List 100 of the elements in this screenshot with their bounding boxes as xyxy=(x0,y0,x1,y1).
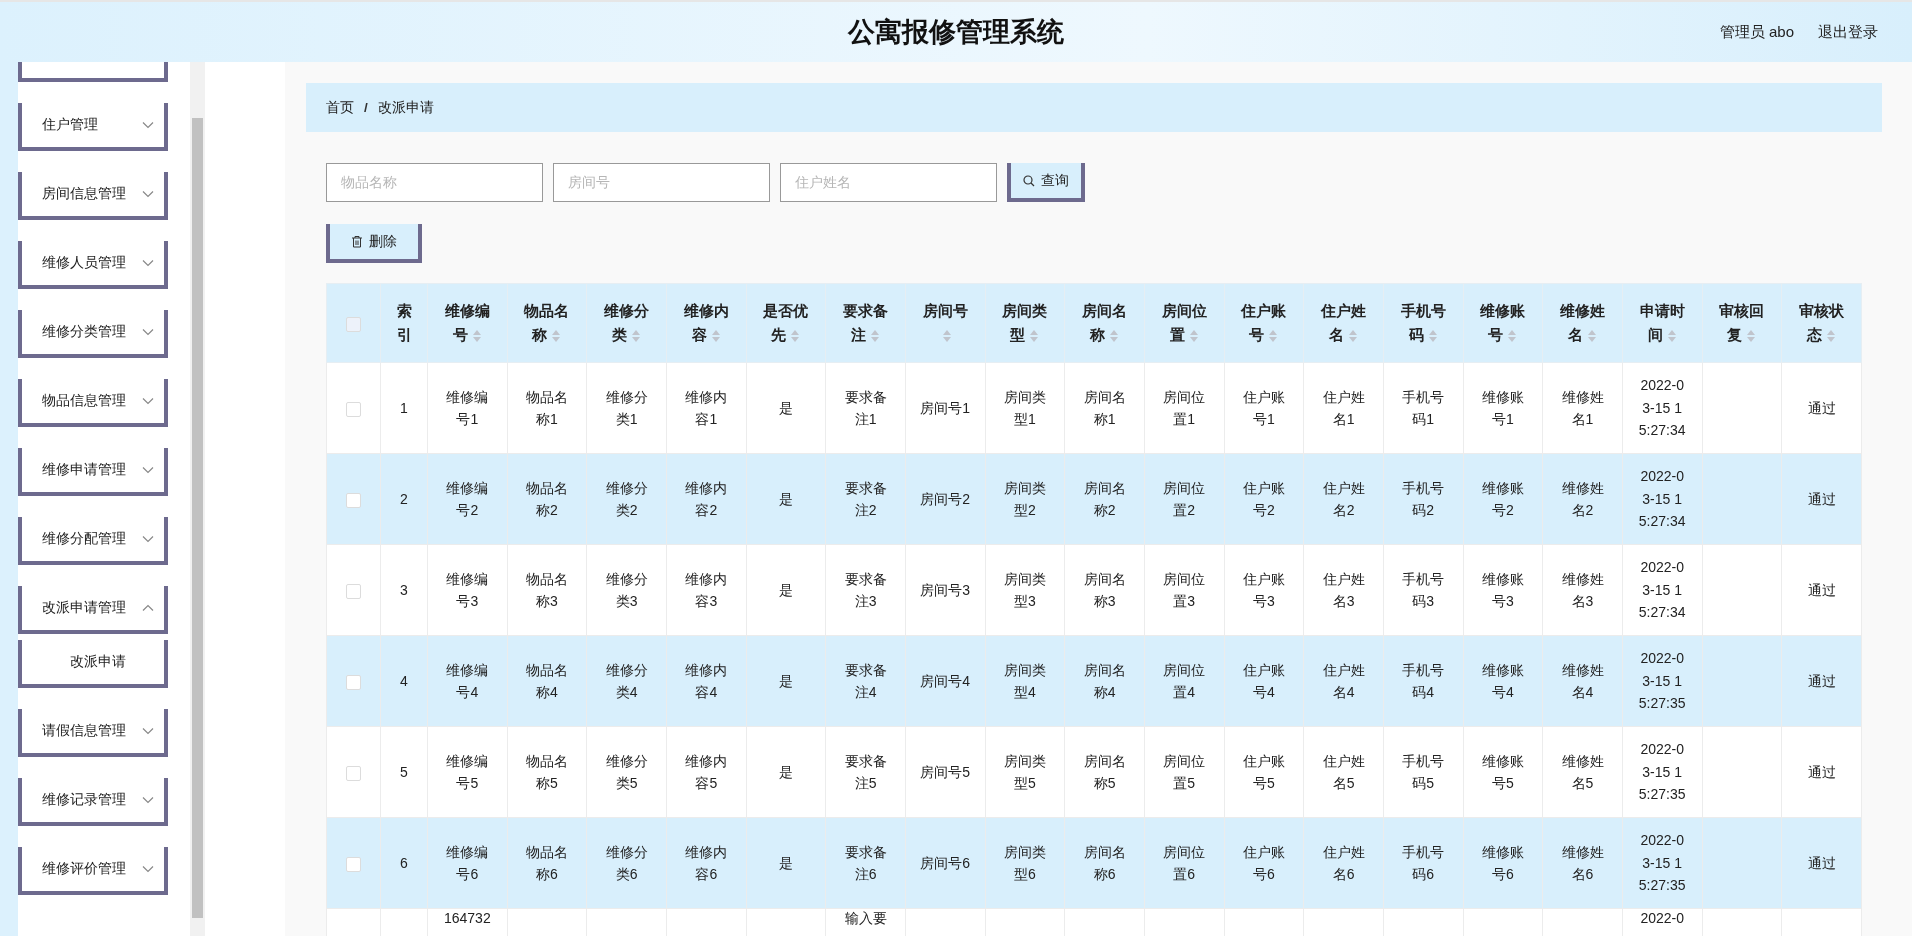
column-header[interactable]: 维修账号 xyxy=(1463,283,1543,363)
column-header[interactable]: 住户姓名 xyxy=(1303,283,1384,363)
table-cell: 维修内容5 xyxy=(666,726,747,818)
row-checkbox[interactable] xyxy=(346,856,361,872)
scrollbar[interactable] xyxy=(190,62,205,936)
menu-item[interactable]: 维修评价管理 xyxy=(18,847,168,895)
table-cell: 维修分类5 xyxy=(586,726,667,818)
table-row[interactable]: 4 维修编号4 物品名称4 维修分类4 维修内容4 是 要求备注4 房间号4 房间类型4 房间名称4 房间位置4 住户账号4 住户姓名4 手机号码4 维修账号4 维修姓名4 2022-03-15 15:27:35 通过 xyxy=(326,635,1862,727)
chevron-down-icon xyxy=(142,865,154,873)
column-header[interactable]: 住户账号 xyxy=(1224,283,1304,363)
table-row[interactable]: 3 维修编号3 物品名称3 维修分类3 维修内容3 是 要求备注3 房间号3 房间类型3 房间名称3 房间位置3 住户账号3 住户姓名3 手机号码3 维修账号3 维修姓名3 2022-03-15 15:27:34 通过 xyxy=(326,544,1862,636)
sort-icon[interactable] xyxy=(1348,329,1359,344)
table-cell: 2022-03-15 15:27:34 xyxy=(1622,362,1702,454)
column-header[interactable]: 房间号 xyxy=(905,283,986,363)
table-cell: 1 xyxy=(380,362,428,454)
column-header[interactable]: 审核回复 xyxy=(1702,283,1782,363)
sort-icon[interactable] xyxy=(1826,329,1837,344)
table-cell: 房间名称5 xyxy=(1064,726,1145,818)
sort-icon[interactable] xyxy=(790,329,801,344)
table-cell: 房间名称1 xyxy=(1064,362,1145,454)
menu-item[interactable]: 住户管理 xyxy=(18,103,168,151)
column-header[interactable]: 是否优先 xyxy=(746,283,826,363)
table-cell: 手机号码5 xyxy=(1383,726,1464,818)
table-cell: 住户姓名3 xyxy=(1303,544,1384,636)
column-header[interactable]: 房间类型 xyxy=(985,283,1065,363)
column-header[interactable]: 审核状态 xyxy=(1781,283,1862,363)
menu-item[interactable]: 房间信息管理 xyxy=(18,172,168,220)
menu-label: 维修申请管理 xyxy=(42,461,126,479)
table-cell: 住户姓名5 xyxy=(1303,726,1384,818)
table-cell: 维修账号4 xyxy=(1463,635,1543,727)
row-checkbox[interactable] xyxy=(346,674,361,690)
menu-label: 维修分配管理 xyxy=(42,530,126,548)
menu-item[interactable]: 维修人员管理 xyxy=(18,241,168,289)
chevron-down-icon xyxy=(142,328,154,336)
table-row[interactable]: 164732 输入要 2022-0 xyxy=(326,908,1862,936)
delete-button[interactable]: 删除 xyxy=(326,224,422,263)
search-field[interactable]: 住户姓名 xyxy=(780,163,997,202)
search-field[interactable]: 房间号 xyxy=(553,163,770,202)
chevron-down-icon xyxy=(142,190,154,198)
column-header[interactable]: 房间位置 xyxy=(1144,283,1225,363)
row-checkbox[interactable] xyxy=(346,401,361,417)
column-header[interactable]: 物品名称 xyxy=(507,283,587,363)
table-row[interactable]: 1 维修编号1 物品名称1 维修分类1 维修内容1 是 要求备注1 房间号1 房间类型1 房间名称1 房间位置1 住户账号1 住户姓名1 手机号码1 维修账号1 维修姓名1 2022-03-15 15:27:34 通过 xyxy=(326,362,1862,454)
column-header[interactable]: 维修内容 xyxy=(666,283,747,363)
search-field[interactable]: 物品名称 xyxy=(326,163,543,202)
sort-icon[interactable] xyxy=(1427,329,1438,344)
submenu-item[interactable]: 改派申请 xyxy=(18,640,168,688)
menu-item[interactable]: 维修申请管理 xyxy=(18,448,168,496)
table-cell: 维修分类6 xyxy=(586,817,667,909)
sort-icon[interactable] xyxy=(1188,329,1199,344)
menu-item[interactable]: 维修记录管理 xyxy=(18,778,168,826)
table-cell: 通过 xyxy=(1781,544,1862,636)
row-checkbox[interactable] xyxy=(346,492,361,508)
sort-icon[interactable] xyxy=(1507,329,1518,344)
sort-icon[interactable] xyxy=(1746,329,1757,344)
menu-item[interactable]: 物品信息管理 xyxy=(18,379,168,427)
sort-icon[interactable] xyxy=(1268,329,1279,344)
sort-icon[interactable] xyxy=(1029,329,1040,344)
sort-icon[interactable] xyxy=(551,329,562,344)
table-cell: 住户账号3 xyxy=(1224,544,1304,636)
column-header[interactable]: 维修编号 xyxy=(427,283,508,363)
column-header[interactable]: 申请时间 xyxy=(1622,283,1702,363)
logout-link[interactable]: 退出登录 xyxy=(1818,22,1878,42)
column-header[interactable]: 手机号码 xyxy=(1383,283,1464,363)
column-header[interactable]: 要求备注 xyxy=(825,283,906,363)
column-header[interactable]: 维修姓名 xyxy=(1542,283,1623,363)
table-cell: 维修编号2 xyxy=(427,453,508,545)
column-header[interactable]: 房间名称 xyxy=(1064,283,1145,363)
menu-item[interactable]: 请假信息管理 xyxy=(18,709,168,757)
sort-icon[interactable] xyxy=(710,329,721,344)
table-cell: 维修账号2 xyxy=(1463,453,1543,545)
query-button[interactable]: 查询 xyxy=(1007,163,1085,202)
table-row[interactable]: 2 维修编号2 物品名称2 维修分类2 维修内容2 是 要求备注2 房间号2 房间类型2 房间名称2 房间位置2 住户账号2 住户姓名2 手机号码2 维修账号2 维修姓名2 2022-03-15 15:27:34 通过 xyxy=(326,453,1862,545)
table-row[interactable]: 5 维修编号5 物品名称5 维修分类5 维修内容5 是 要求备注5 房间号5 房间类型5 房间名称5 房间位置5 住户账号5 住户姓名5 手机号码5 维修账号5 维修姓名5 2022-03-15 15:27:35 通过 xyxy=(326,726,1862,818)
menu-item[interactable]: 改派申请管理 xyxy=(18,586,168,634)
table-cell: 2 xyxy=(380,453,428,545)
sort-icon[interactable] xyxy=(631,329,642,344)
sort-icon[interactable] xyxy=(870,329,881,344)
menu-item[interactable]: 维修分配管理 xyxy=(18,517,168,565)
sort-icon[interactable] xyxy=(1109,329,1120,344)
table-cell: 维修账号3 xyxy=(1463,544,1543,636)
column-header[interactable]: 维修分类 xyxy=(586,283,667,363)
breadcrumb-link[interactable]: 改派申请 xyxy=(377,98,434,117)
table-cell: 房间类型6 xyxy=(985,817,1065,909)
table-cell: 要求备注2 xyxy=(825,453,906,545)
table-cell: 房间号5 xyxy=(905,726,986,818)
table-cell: 要求备注3 xyxy=(825,544,906,636)
row-checkbox[interactable] xyxy=(346,583,361,599)
sort-icon[interactable] xyxy=(942,329,953,344)
breadcrumb-link[interactable]: 首页 xyxy=(326,98,354,117)
sort-icon[interactable] xyxy=(1666,329,1677,344)
table-cell: 物品名称6 xyxy=(507,817,587,909)
sort-icon[interactable] xyxy=(471,329,482,344)
table-row[interactable]: 6 维修编号6 物品名称6 维修分类6 维修内容6 是 要求备注6 房间号6 房间类型6 房间名称6 房间位置6 住户账号6 住户姓名6 手机号码6 维修账号6 维修姓名6 2022-03-15 15:27:35 通过 xyxy=(326,817,1862,909)
table-cell: 住户账号2 xyxy=(1224,453,1304,545)
row-checkbox[interactable] xyxy=(346,765,361,781)
table-cell: 维修内容6 xyxy=(666,817,747,909)
sort-icon[interactable] xyxy=(1587,329,1597,344)
select-all-checkbox[interactable] xyxy=(346,316,361,332)
menu-item[interactable]: 维修分类管理 xyxy=(18,310,168,358)
